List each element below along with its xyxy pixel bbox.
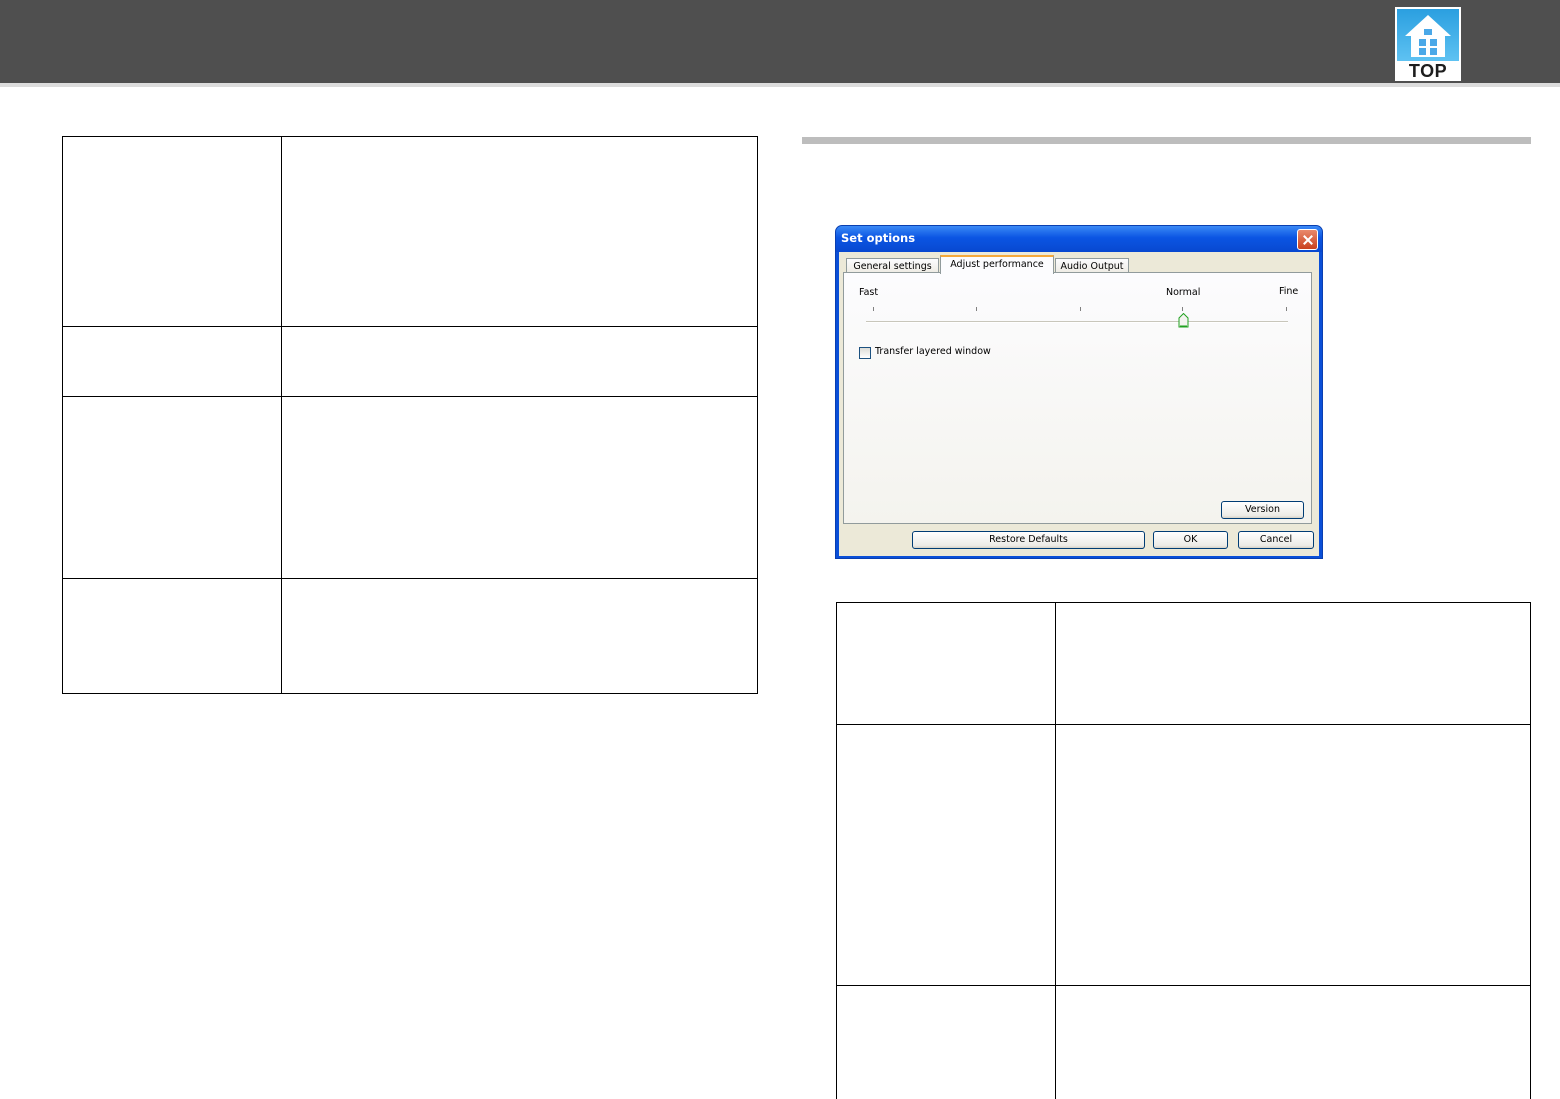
table-cell bbox=[62, 326, 282, 397]
slider-tick bbox=[873, 307, 874, 311]
table-cell bbox=[62, 136, 282, 327]
table-cell bbox=[1055, 985, 1531, 1099]
slider-tick bbox=[976, 307, 977, 311]
performance-slider-track[interactable] bbox=[866, 321, 1288, 323]
table-cell bbox=[836, 985, 1056, 1099]
close-icon[interactable] bbox=[1297, 229, 1318, 250]
performance-slider-thumb[interactable] bbox=[1178, 312, 1189, 328]
table-cell bbox=[1055, 724, 1531, 986]
house-icon bbox=[1397, 9, 1459, 61]
slider-tick bbox=[1182, 307, 1183, 311]
table-cell bbox=[836, 724, 1056, 986]
table-cell bbox=[281, 578, 758, 694]
transfer-layered-window-checkbox[interactable] bbox=[859, 347, 871, 359]
dialog-title: Set options bbox=[841, 231, 916, 245]
page-header-divider bbox=[0, 83, 1560, 87]
table-cell bbox=[1055, 602, 1531, 725]
dialog-titlebar[interactable]: Set options bbox=[836, 226, 1322, 252]
table-cell bbox=[62, 578, 282, 694]
page-header-band bbox=[0, 0, 1560, 85]
left-settings-table bbox=[62, 136, 758, 694]
slider-label-fast: Fast bbox=[859, 287, 879, 298]
version-button[interactable]: Version bbox=[1221, 501, 1304, 519]
transfer-layered-window-label: Transfer layered window bbox=[875, 346, 991, 357]
slider-label-normal: Normal bbox=[1166, 287, 1201, 298]
table-row bbox=[836, 602, 1531, 725]
adjust-performance-panel: Fast Normal Fine Transfer layered window… bbox=[843, 272, 1312, 524]
slider-label-fine: Fine bbox=[1279, 286, 1299, 297]
right-settings-table bbox=[836, 602, 1531, 1099]
set-options-dialog: Set options General settings Adjust perf… bbox=[835, 225, 1323, 559]
cancel-button[interactable]: Cancel bbox=[1238, 531, 1314, 549]
table-row bbox=[62, 326, 758, 397]
table-row bbox=[62, 396, 758, 579]
restore-defaults-button[interactable]: Restore Defaults bbox=[912, 531, 1145, 549]
table-cell bbox=[836, 602, 1056, 725]
ok-button[interactable]: OK bbox=[1153, 531, 1228, 549]
dialog-body: General settings Adjust performance Audi… bbox=[839, 252, 1319, 556]
slider-tick bbox=[1080, 307, 1081, 311]
table-cell bbox=[281, 136, 758, 327]
top-link-label: TOP bbox=[1408, 61, 1448, 81]
table-cell bbox=[281, 326, 758, 397]
table-row bbox=[62, 136, 758, 327]
table-cell bbox=[281, 396, 758, 579]
table-row bbox=[62, 578, 758, 694]
section-heading-rule bbox=[802, 137, 1531, 144]
top-link-button[interactable]: TOP bbox=[1395, 7, 1461, 81]
table-cell bbox=[62, 396, 282, 579]
tab-adjust-performance[interactable]: Adjust performance bbox=[940, 255, 1054, 274]
table-row bbox=[836, 985, 1531, 1099]
slider-tick bbox=[1286, 307, 1287, 311]
table-row bbox=[836, 724, 1531, 986]
